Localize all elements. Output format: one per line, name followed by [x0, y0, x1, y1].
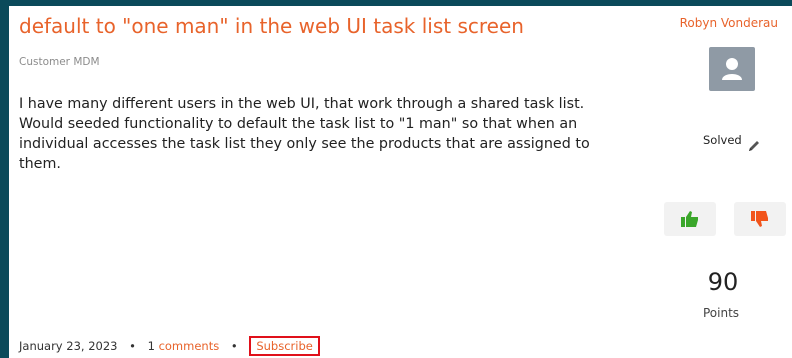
thumbs-down-icon	[751, 211, 768, 227]
post-footer: January 23, 2023 • 1 comments • Subscrib…	[19, 336, 320, 356]
points-count: 90	[707, 268, 739, 296]
post-title[interactable]: default to "one man" in the web UI task …	[19, 14, 524, 38]
category-label[interactable]: Customer MDM	[19, 56, 100, 68]
separator: •	[129, 339, 136, 353]
downvote-button[interactable]	[734, 202, 786, 236]
idea-card: default to "one man" in the web UI task …	[9, 6, 792, 358]
pencil-icon[interactable]	[747, 139, 761, 153]
comments-link[interactable]: comments	[159, 339, 220, 353]
user-avatar-icon	[722, 58, 742, 80]
post-body: I have many different users in the web U…	[19, 96, 590, 172]
upvote-button[interactable]	[664, 202, 716, 236]
user-avatar[interactable]	[709, 47, 755, 91]
subscribe-button[interactable]: Subscribe	[249, 336, 320, 356]
separator: •	[230, 339, 238, 353]
post-date: January 23, 2023	[19, 339, 118, 353]
thumbs-up-icon	[681, 211, 698, 227]
comment-count: 1	[147, 339, 155, 353]
author-link[interactable]: Robyn Vonderau	[680, 16, 778, 30]
status-badge: Solved	[703, 133, 742, 147]
points-label: Points	[703, 306, 740, 320]
